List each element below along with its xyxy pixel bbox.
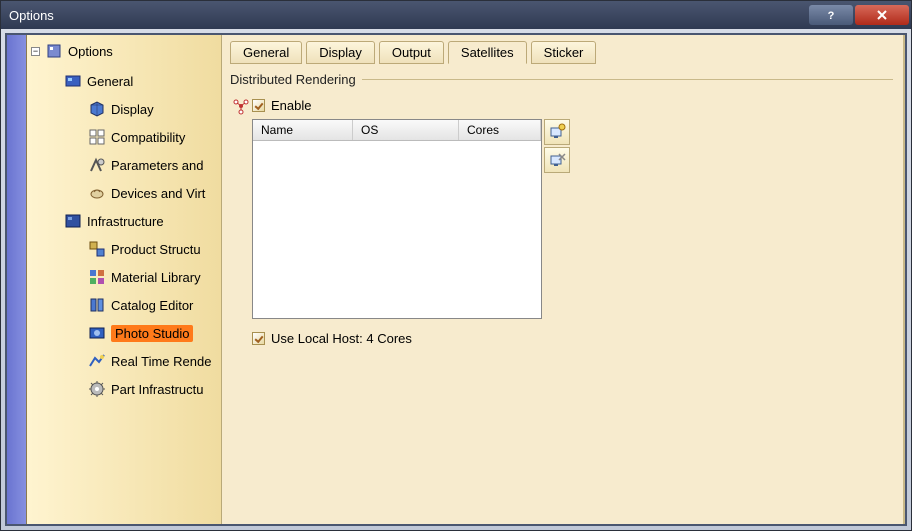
col-os[interactable]: OS xyxy=(353,120,459,140)
tree-item-label: Real Time Rende xyxy=(111,354,211,369)
col-cores[interactable]: Cores xyxy=(459,120,541,140)
tree-item-label: Catalog Editor xyxy=(111,298,193,313)
use-local-host-checkbox[interactable]: Use Local Host: 4 Cores xyxy=(252,329,897,352)
enable-label: Enable xyxy=(271,98,311,113)
window-title: Options xyxy=(9,8,807,23)
tree-item-infrastructure[interactable]: Infrastructure xyxy=(61,207,221,235)
tree-item-part-infrastructure[interactable]: Part Infrastructu xyxy=(85,375,221,403)
tree-item-label: Material Library xyxy=(111,270,201,285)
tree-root-label: Options xyxy=(68,44,113,59)
real-time-render-icon xyxy=(87,351,107,371)
left-accent-bar xyxy=(7,35,27,524)
tree-item-display[interactable]: Display xyxy=(85,95,221,123)
photo-studio-icon xyxy=(87,323,107,343)
titlebar[interactable]: Options ? xyxy=(1,1,911,29)
tab-display[interactable]: Display xyxy=(306,41,375,64)
tab-strip: General Display Output Satellites Sticke… xyxy=(226,41,897,64)
tree-root-options[interactable]: − Options xyxy=(27,39,221,67)
checkbox-icon xyxy=(252,332,265,345)
add-satellite-button[interactable] xyxy=(544,119,570,145)
infrastructure-icon xyxy=(63,211,83,231)
devices-icon xyxy=(87,183,107,203)
tree-item-label: Display xyxy=(111,102,154,117)
grid-body[interactable] xyxy=(253,141,541,318)
tree-item-real-time-render[interactable]: Real Time Rende xyxy=(85,347,221,375)
tree-item-photo-studio[interactable]: Photo Studio xyxy=(85,319,221,347)
tab-output[interactable]: Output xyxy=(379,41,444,64)
main-panel: General Display Output Satellites Sticke… xyxy=(222,35,905,524)
tree-item-label: Product Structu xyxy=(111,242,201,257)
tab-satellites[interactable]: Satellites xyxy=(448,41,527,64)
tree-item-label: Devices and Virt xyxy=(111,186,205,201)
options-tree[interactable]: − Options General Display xyxy=(27,35,222,524)
col-name[interactable]: Name xyxy=(253,120,353,140)
tree-item-compatibility[interactable]: Compatibility xyxy=(85,123,221,151)
tab-sticker[interactable]: Sticker xyxy=(531,41,597,64)
parameters-icon xyxy=(87,155,107,175)
tab-general[interactable]: General xyxy=(230,41,302,64)
general-icon xyxy=(63,71,83,91)
options-icon xyxy=(44,41,64,61)
part-infrastructure-icon xyxy=(87,379,107,399)
satellites-grid[interactable]: Name OS Cores xyxy=(252,119,542,319)
checkbox-icon xyxy=(252,99,265,112)
help-button[interactable]: ? xyxy=(809,5,853,25)
enable-checkbox[interactable]: Enable xyxy=(252,96,897,119)
use-local-host-label: Use Local Host: 4 Cores xyxy=(271,331,412,346)
grid-header: Name OS Cores xyxy=(253,120,541,141)
section-title: Distributed Rendering xyxy=(230,72,356,87)
section-distributed-rendering: Distributed Rendering xyxy=(226,72,897,92)
tree-item-label: Parameters and xyxy=(111,158,204,173)
content-area: − Options General Display xyxy=(5,33,907,526)
tree-item-label: Part Infrastructu xyxy=(111,382,203,397)
tree-item-label: Compatibility xyxy=(111,130,185,145)
tree-item-parameters[interactable]: Parameters and xyxy=(85,151,221,179)
tree-item-catalog-editor[interactable]: Catalog Editor xyxy=(85,291,221,319)
tree-item-product-structure[interactable]: Product Structu xyxy=(85,235,221,263)
tree-item-devices[interactable]: Devices and Virt xyxy=(85,179,221,207)
network-icon xyxy=(230,96,252,352)
options-window: Options ? − Options General xyxy=(0,0,912,531)
display-icon xyxy=(87,99,107,119)
compatibility-icon xyxy=(87,127,107,147)
remove-satellite-button[interactable] xyxy=(544,147,570,173)
collapse-icon[interactable]: − xyxy=(31,47,40,56)
tree-item-label: General xyxy=(87,74,133,89)
tree-item-label: Photo Studio xyxy=(111,325,193,342)
catalog-editor-icon xyxy=(87,295,107,315)
tree-item-material-library[interactable]: Material Library xyxy=(85,263,221,291)
product-structure-icon xyxy=(87,239,107,259)
tree-item-label: Infrastructure xyxy=(87,214,164,229)
svg-text:?: ? xyxy=(828,10,835,21)
close-button[interactable] xyxy=(855,5,909,25)
material-library-icon xyxy=(87,267,107,287)
tree-item-general[interactable]: General xyxy=(61,67,221,95)
